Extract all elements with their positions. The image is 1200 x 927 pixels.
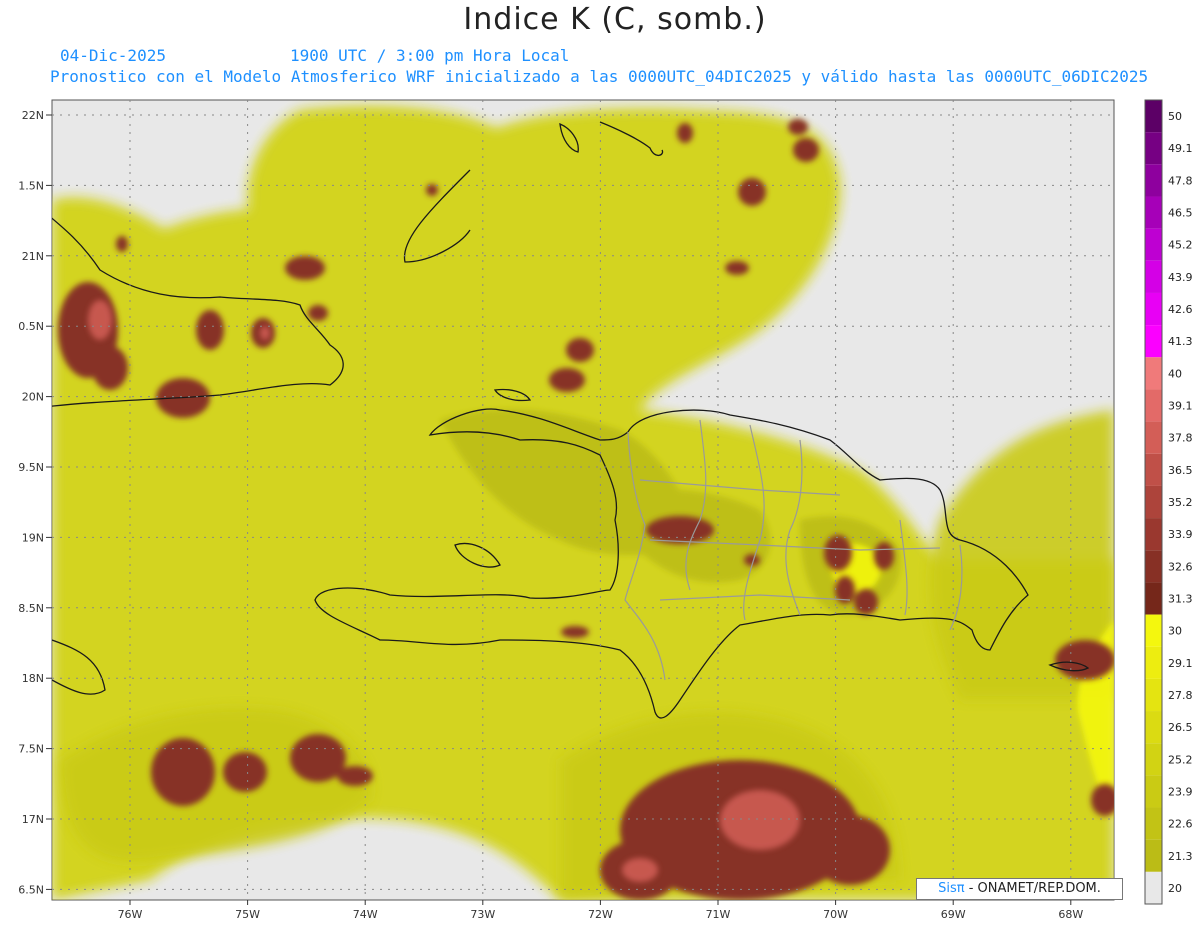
lat-tick-label: 18N: [22, 672, 44, 685]
colorbar-swatch: [1145, 389, 1162, 422]
lat-tick-label: 19N: [22, 531, 44, 544]
colorbar-label: 37.8: [1168, 432, 1193, 445]
colorbar-swatch: [1145, 325, 1162, 358]
colorbar-label: 46.5: [1168, 207, 1193, 220]
lat-tick-label: 8.5N: [18, 602, 44, 615]
colorbar-label: 26.5: [1168, 721, 1193, 734]
lon-tick-label: 74W: [353, 908, 378, 921]
colorbar-label: 43.9: [1168, 271, 1193, 284]
lon-tick-label: 69W: [941, 908, 966, 921]
colorbar-label: 47.8: [1168, 174, 1193, 187]
lat-tick-label: 20N: [22, 391, 44, 404]
colorbar-label: 33.9: [1168, 528, 1193, 541]
lat-tick-label: 6.5N: [18, 883, 44, 896]
longitude-labels: 76W 75W 74W 73W 72W 71W 70W 69W 68W: [118, 900, 1083, 921]
colorbar-label: 27.8: [1168, 689, 1193, 702]
colorbar-label: 29.1: [1168, 657, 1193, 670]
lat-tick-label: 7.5N: [18, 743, 44, 756]
lat-tick-label: 9.5N: [18, 461, 44, 474]
credit-brand: Sisπ: [938, 881, 965, 896]
colorbar-swatch: [1145, 775, 1162, 808]
colorbar-label: 30: [1168, 625, 1182, 638]
colorbar-swatch: [1145, 292, 1162, 326]
colorbar-swatch: [1145, 357, 1162, 390]
colorbar-swatch: [1145, 550, 1162, 583]
colorbar-swatch: [1145, 453, 1162, 486]
colorbar-label: 39.1: [1168, 400, 1193, 413]
colorbar-swatch: [1145, 228, 1162, 261]
colorbar-label: 35.2: [1168, 496, 1193, 509]
colorbar-swatch: [1145, 421, 1162, 454]
lon-tick-label: 73W: [470, 908, 495, 921]
colorbar-swatch: [1145, 582, 1162, 615]
colorbar-label: 31.3: [1168, 592, 1193, 605]
lon-tick-label: 75W: [235, 908, 260, 921]
lat-tick-label: 21N: [22, 250, 44, 263]
colorbar-swatch: [1145, 807, 1162, 840]
colorbar-label: 45.2: [1168, 239, 1193, 252]
lat-tick-label: 17N: [22, 813, 44, 826]
colorbar-swatch: [1145, 260, 1162, 293]
colorbar-label: 40: [1168, 367, 1182, 380]
colorbar-label: 20: [1168, 882, 1182, 895]
colorbar-swatch: [1145, 678, 1162, 712]
colorbar-swatch: [1145, 196, 1162, 229]
colorbar-label: 23.9: [1168, 785, 1193, 798]
lon-tick-label: 70W: [823, 908, 848, 921]
colorbar-label: 25.2: [1168, 753, 1193, 766]
colorbar-label: 49.1: [1168, 142, 1193, 155]
colorbar-swatch: [1145, 164, 1162, 197]
lat-tick-label: 0.5N: [18, 320, 44, 333]
colorbar-swatch: [1145, 132, 1162, 165]
lon-tick-label: 76W: [118, 908, 143, 921]
colorbar-label: 21.3: [1168, 850, 1193, 863]
colorbar-swatch: [1145, 614, 1162, 647]
colorbar-swatch: [1145, 871, 1162, 904]
colorbar-swatch: [1145, 646, 1162, 679]
colorbar-legend: 50 49.1 47.8 46.5 45.2 43.9 42.6 41.3 40 39.1 37.8…: [1144, 99, 1193, 905]
colorbar-label: 36.5: [1168, 464, 1193, 477]
colorbar-label: 41.3: [1168, 335, 1193, 348]
lat-tick-label: 1.5N: [18, 179, 44, 192]
credit-org: - ONAMET/REP.DOM.: [964, 881, 1101, 896]
colorbar-swatch: [1145, 518, 1162, 551]
colorbar-swatch: [1145, 711, 1162, 744]
colorbar-swatch: [1145, 100, 1162, 133]
lon-tick-label: 71W: [706, 908, 731, 921]
lon-tick-label: 68W: [1058, 908, 1083, 921]
colorbar-label: 32.6: [1168, 560, 1193, 573]
colorbar-swatch: [1145, 485, 1162, 519]
colorbar-swatch: [1145, 839, 1162, 872]
lon-tick-label: 72W: [588, 908, 613, 921]
colorbar-label: 22.6: [1168, 818, 1193, 831]
colorbar-label: 42.6: [1168, 303, 1193, 316]
colorbar-label: 50: [1168, 110, 1182, 123]
colorbar-swatch: [1145, 743, 1162, 776]
lat-tick-label: 22N: [22, 109, 44, 122]
k-index-map: 76W 75W 74W 73W 72W 71W 70W 69W 68W 22N 1.5N 21N 0.…: [18, 99, 1193, 921]
credit-box: Sisπ - ONAMET/REP.DOM.: [916, 878, 1123, 900]
latitude-labels: 22N 1.5N 21N 0.5N 20N 9.5N 19N 8.5N 18N 7.5N 17N 6.…: [18, 109, 52, 896]
